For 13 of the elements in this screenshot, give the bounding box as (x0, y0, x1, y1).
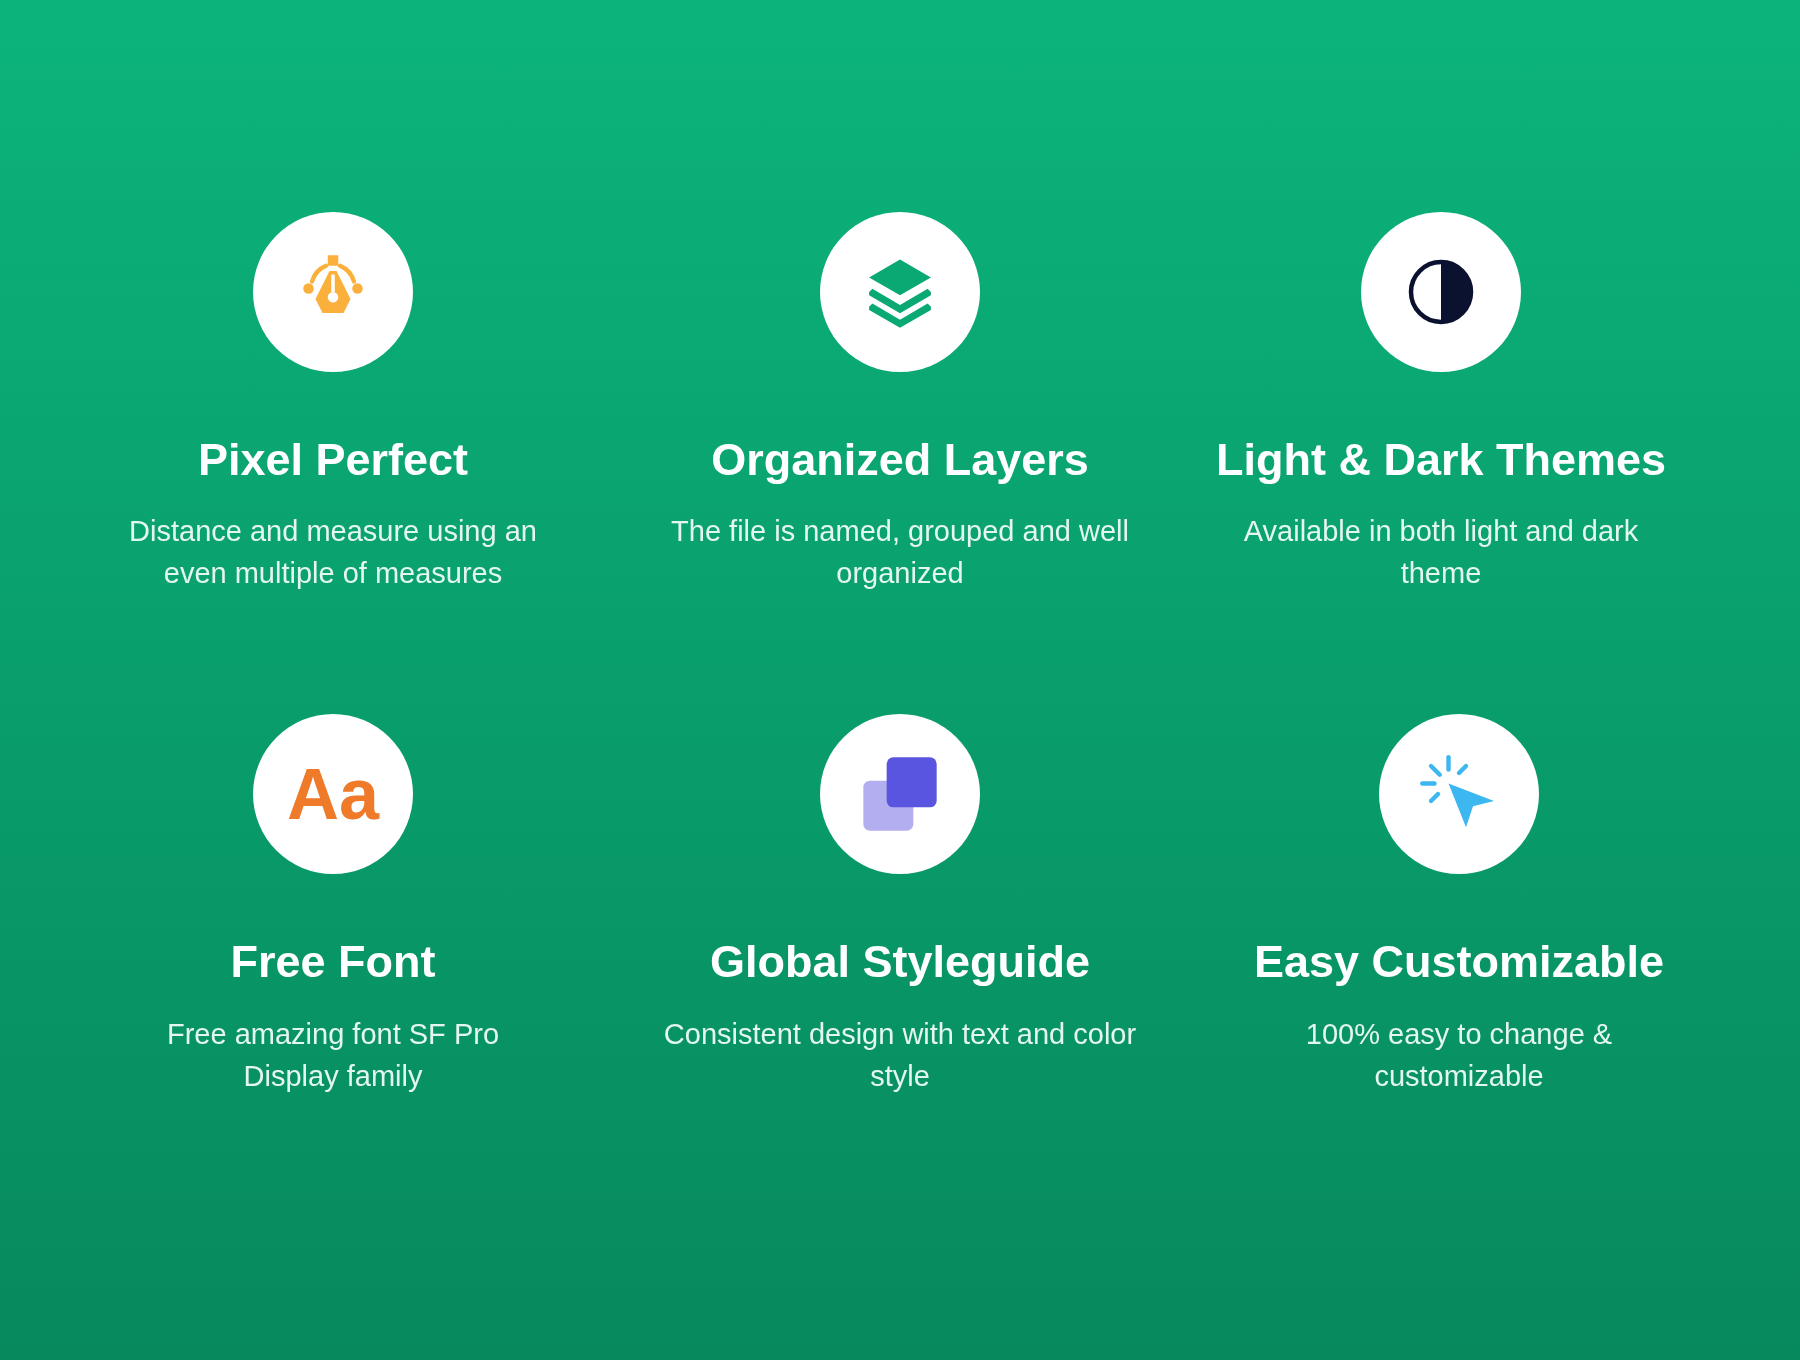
feature-description: 100% easy to change & customizable (1304, 1016, 1614, 1094)
feature-title: Light & Dark Themes (1215, 433, 1667, 487)
feature-description: Available in both light and dark theme (1242, 514, 1640, 592)
font-sample: Aa (286, 758, 379, 831)
feature-title: Easy Customizable (1253, 935, 1665, 990)
feature-title: Organized Layers (711, 433, 1089, 487)
feature-title: Free Font (230, 935, 436, 990)
feature-title: Global Styleguide (709, 935, 1091, 990)
feature-title: Pixel Perfect (197, 433, 469, 487)
feature-description: Distance and measure using an even multiple of measures (128, 514, 538, 592)
feature-description: The file is named, grouped and well organized (670, 514, 1130, 592)
feature-description: Free amazing font SF Pro Display family (166, 1016, 500, 1094)
feature-description: Consistent design with text and color style (662, 1016, 1138, 1094)
